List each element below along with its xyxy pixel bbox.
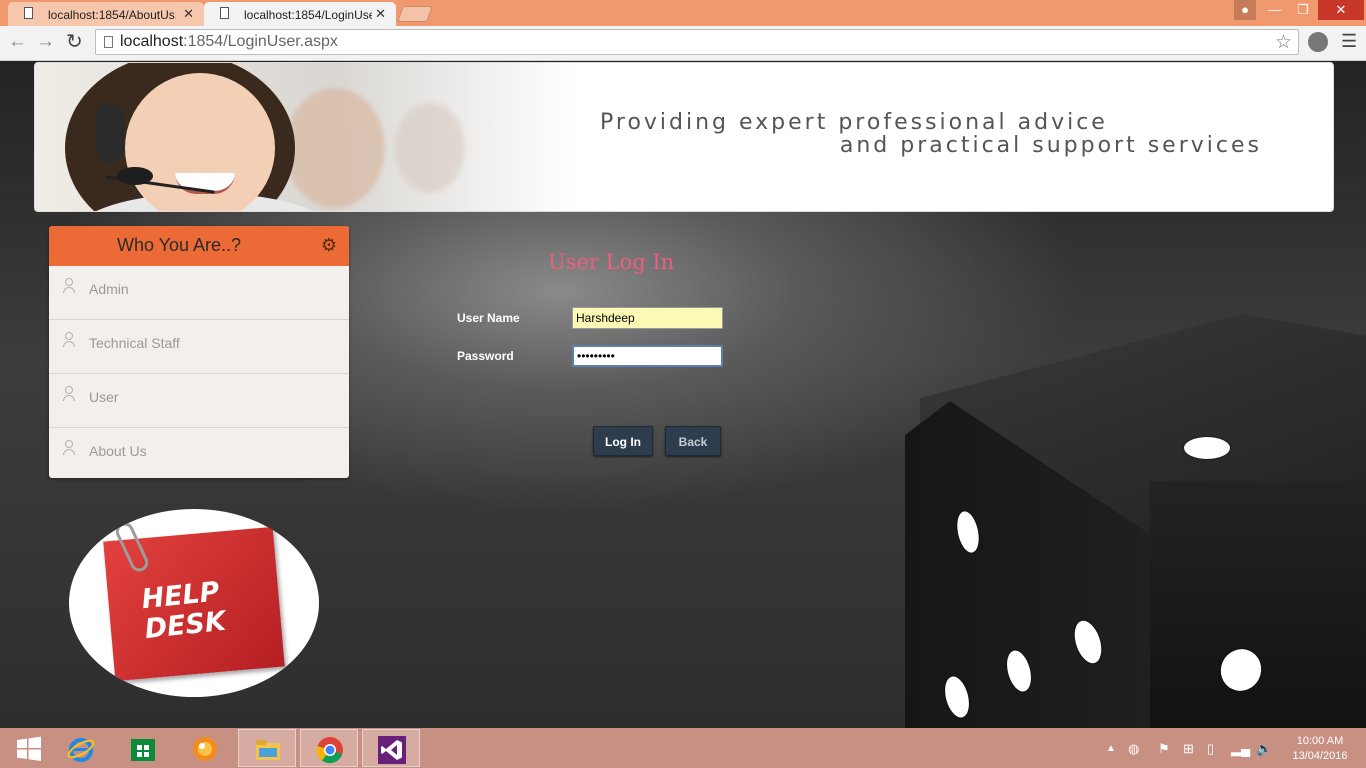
password-input[interactable]: [572, 345, 723, 367]
clock-date: 13/04/2016: [1292, 750, 1348, 762]
user-profile-icon[interactable]: ●: [1234, 0, 1256, 20]
user-icon: [63, 440, 75, 456]
visual-studio-app[interactable]: [362, 729, 420, 767]
clock-time: 10:00 AM: [1296, 735, 1344, 747]
network-globe-icon[interactable]: ◍: [1128, 741, 1139, 757]
headset-icon: [95, 103, 125, 163]
menu-item-label: User: [89, 389, 119, 405]
user-icon: [63, 332, 75, 348]
menu-item-user[interactable]: User: [49, 374, 349, 428]
windows-logo-icon: [17, 736, 41, 761]
address-bar[interactable]: localhost:1854/LoginUser.aspx ☆: [95, 29, 1299, 55]
browser-titlebar: localhost:1854/AboutUs.a ✕ localhost:185…: [0, 0, 1366, 26]
page-icon: [220, 7, 229, 19]
menu-icon[interactable]: ☰: [1341, 31, 1357, 52]
menu-item-technical-staff[interactable]: Technical Staff: [49, 320, 349, 374]
back-button[interactable]: Back: [665, 426, 721, 456]
chrome-app[interactable]: [300, 729, 358, 767]
show-hidden-icons[interactable]: ▲: [1106, 743, 1116, 754]
menu-item-label: About Us: [89, 443, 147, 459]
minimize-button[interactable]: —: [1262, 0, 1288, 20]
menu-item-admin[interactable]: Admin: [49, 266, 349, 320]
dice-face-right: [1150, 481, 1366, 728]
gear-icon[interactable]: ⚙: [321, 235, 337, 256]
reload-icon[interactable]: ↻: [66, 29, 83, 54]
role-menu: Who You Are..? ⚙ Admin Technical Staff U…: [49, 226, 349, 478]
help-desk-logo: HELP DESK: [69, 509, 319, 697]
role-menu-title: Who You Are..?: [116, 235, 242, 255]
login-title: User Log In: [548, 250, 675, 274]
volume-icon[interactable]: 🔈: [1256, 741, 1272, 757]
role-menu-header: Who You Are..? ⚙: [49, 226, 349, 266]
chrome-icon: [316, 737, 343, 764]
extension-icon[interactable]: [1308, 32, 1328, 52]
visual-studio-icon: [378, 736, 406, 764]
windows-taskbar: ▲ ◍ ⚑ ⊞ ▯ ▂▄ 🔈 10:00 AM 13/04/2016: [0, 728, 1366, 768]
new-tab-button[interactable]: [397, 6, 433, 22]
help-desk-text: HELP DESK: [140, 576, 228, 646]
browser-toolbar: ← → ↻ localhost:1854/LoginUser.aspx ☆ ☰: [0, 26, 1366, 61]
bookmark-star-icon[interactable]: ☆: [1275, 31, 1292, 54]
page-content: Providing expert professional advice and…: [0, 61, 1366, 728]
internet-explorer-app[interactable]: [52, 729, 110, 767]
tab-title: localhost:1854/AboutUs.a: [48, 8, 176, 22]
windows-tray-icon[interactable]: ⊞: [1183, 741, 1194, 757]
file-explorer-app[interactable]: [238, 729, 296, 767]
header-banner: Providing expert professional advice and…: [34, 62, 1334, 212]
system-clock[interactable]: 10:00 AM 13/04/2016: [1285, 734, 1355, 764]
signal-icon[interactable]: ▂▄: [1231, 741, 1250, 757]
media-player-icon: [193, 737, 217, 761]
close-tab-icon[interactable]: ✕: [183, 6, 194, 22]
close-tab-icon[interactable]: ✕: [375, 6, 386, 22]
close-window-button[interactable]: ✕: [1318, 0, 1364, 20]
login-button[interactable]: Log In: [593, 426, 653, 456]
windows-store-app[interactable]: [114, 729, 172, 767]
dice-pip: [1184, 437, 1230, 459]
tab-login-user[interactable]: localhost:1854/LoginUser. ✕: [204, 2, 396, 26]
forward-arrow-icon[interactable]: →: [36, 31, 55, 53]
menu-item-about-us[interactable]: About Us: [49, 428, 349, 478]
password-label: Password: [457, 349, 514, 363]
user-icon: [63, 278, 75, 294]
store-icon: [131, 739, 155, 761]
menu-item-label: Admin: [89, 281, 129, 297]
internet-explorer-icon: [67, 738, 95, 762]
username-input[interactable]: [572, 307, 723, 329]
page-icon: [24, 7, 33, 19]
url-text[interactable]: localhost:1854/LoginUser.aspx: [120, 33, 338, 51]
restore-button[interactable]: ❐: [1290, 0, 1316, 20]
tab-about-us[interactable]: localhost:1854/AboutUs.a ✕: [8, 2, 204, 26]
tab-title: localhost:1854/LoginUser.: [244, 8, 372, 22]
page-icon: [104, 36, 113, 48]
action-center-flag-icon[interactable]: ⚑: [1158, 741, 1170, 757]
username-label: User Name: [457, 311, 520, 325]
back-arrow-icon[interactable]: ←: [8, 31, 27, 53]
menu-item-label: Technical Staff: [89, 335, 180, 351]
banner-tagline: Providing expert professional advice and…: [600, 110, 1262, 158]
start-button[interactable]: [0, 729, 58, 767]
battery-icon[interactable]: ▯: [1207, 741, 1214, 757]
support-agents-photo: [35, 63, 575, 211]
folder-icon: [256, 740, 280, 760]
media-player-app[interactable]: [176, 729, 234, 767]
user-icon: [63, 386, 75, 402]
